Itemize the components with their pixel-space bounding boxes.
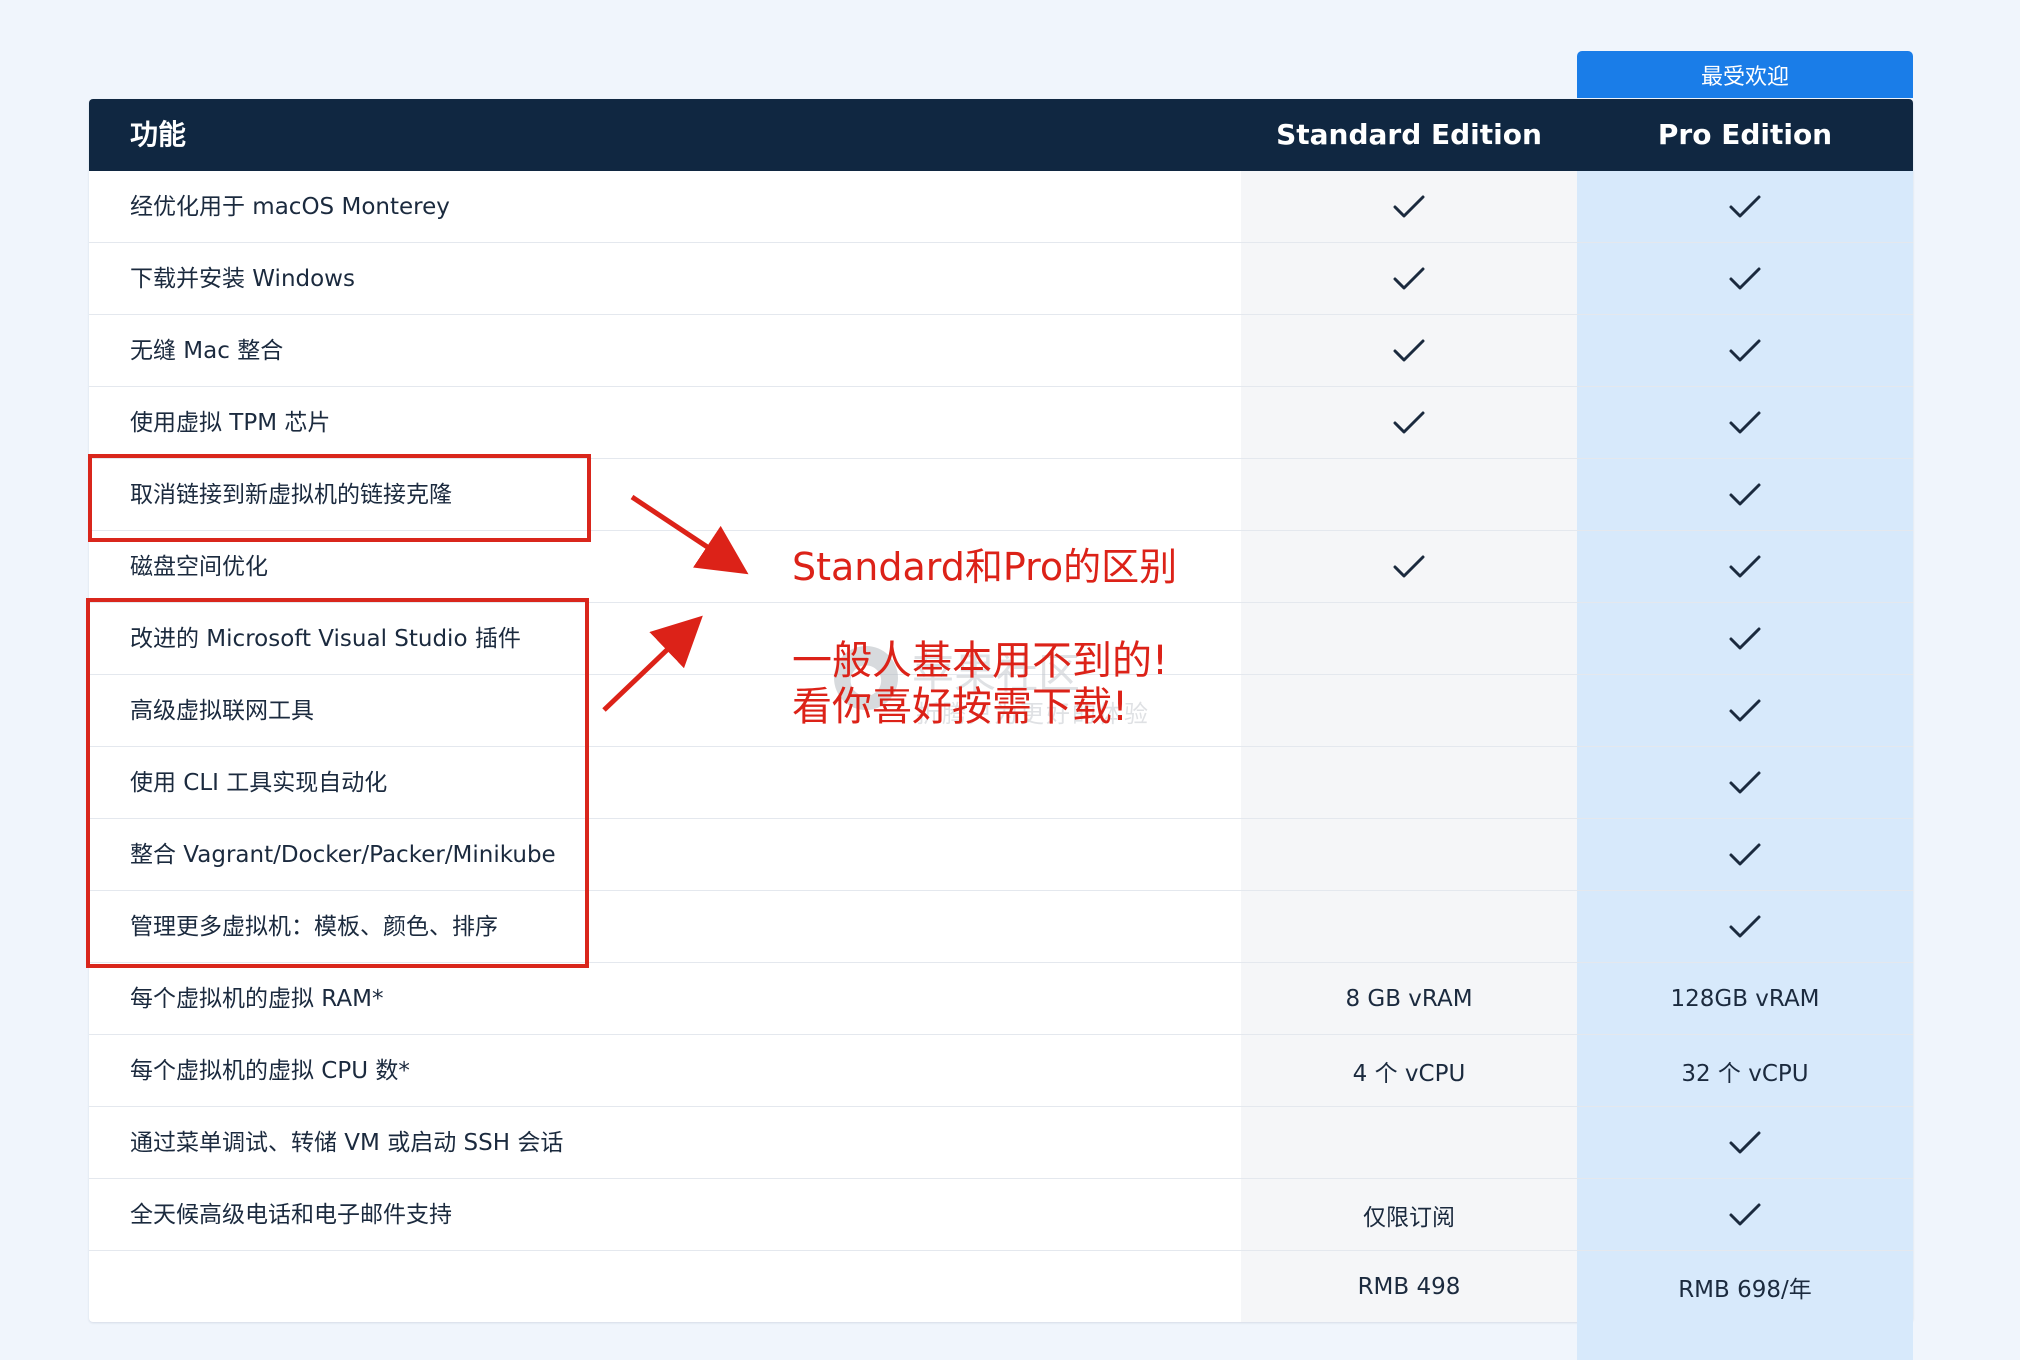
annotation-line-2: 看你喜好按需下载! [792, 684, 1129, 730]
pricing-comparison-page: 最受欢迎 功能 Standard Edition Pro Edition 经优化… [0, 0, 2020, 1360]
arrow-up-right [602, 615, 703, 712]
arrow-down-right [630, 494, 749, 575]
annotation-title: Standard和Pro的区别 [792, 545, 1178, 589]
